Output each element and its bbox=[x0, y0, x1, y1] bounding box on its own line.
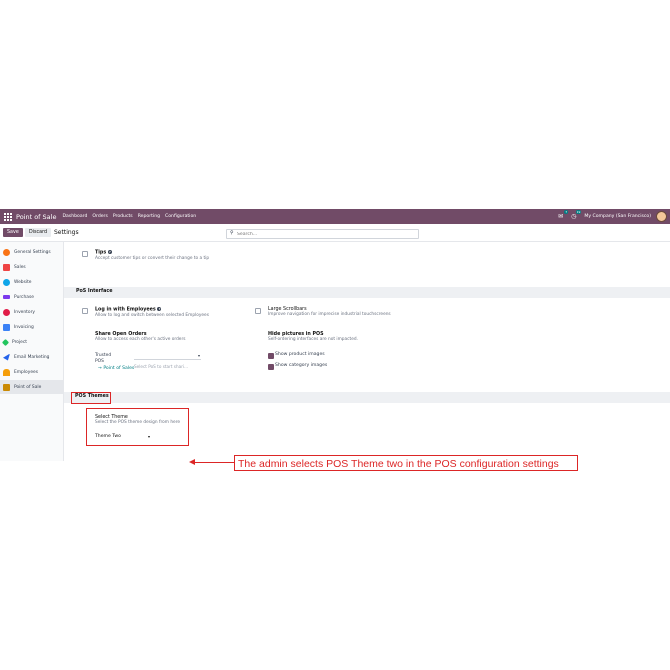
hide-pictures-desc: Self-ordering interfaces are not impacte… bbox=[268, 337, 358, 342]
sidebar-item-label: Email Marketing bbox=[14, 354, 50, 360]
sidebar-item-general-settings[interactable]: General Settings bbox=[0, 245, 63, 259]
section-pos-interface: PoS Interface bbox=[64, 287, 670, 298]
tips-title: Tips bbox=[95, 250, 107, 256]
point-of-sales-link[interactable]: → Point of Sales bbox=[98, 366, 134, 371]
sidebar-item-label: Website bbox=[14, 279, 32, 285]
help-icon[interactable]: ? bbox=[107, 250, 112, 254]
point-of-sales-link-label: Point of Sales bbox=[103, 366, 135, 371]
large-scrollbars-setting: Large Scrollbars Improve navigation for … bbox=[268, 307, 391, 317]
activity-clock-icon[interactable]: ◷ 19 bbox=[571, 210, 582, 220]
website-icon bbox=[3, 278, 10, 286]
settings-sidebar: General Settings Sales Website Purchase … bbox=[0, 242, 64, 461]
show-category-images-checkbox[interactable] bbox=[268, 364, 274, 370]
employees-icon bbox=[3, 368, 10, 376]
sidebar-item-label: General Settings bbox=[14, 249, 51, 255]
highlight-box-select-theme bbox=[86, 408, 189, 446]
share-open-orders-setting: Share Open Orders Allow to access each o… bbox=[95, 332, 185, 342]
sidebar-item-invoicing[interactable]: Invoicing bbox=[0, 320, 63, 334]
chevron-down-icon: ▾ bbox=[197, 353, 200, 358]
sidebar-item-label: Sales bbox=[14, 264, 26, 270]
sidebar-item-sales[interactable]: Sales bbox=[0, 260, 63, 274]
user-avatar[interactable] bbox=[656, 211, 667, 222]
menu-reporting[interactable]: Reporting bbox=[138, 214, 160, 219]
general-settings-icon bbox=[3, 248, 10, 256]
email-marketing-icon bbox=[3, 353, 10, 361]
share-open-orders-desc: Allow to access each other's active orde… bbox=[95, 337, 186, 342]
app-name[interactable]: Point of Sale bbox=[16, 213, 56, 221]
trusted-pos-placeholder: Select PoS to start shari... bbox=[134, 364, 189, 369]
login-employees-setting: Log in with Employees ? Allow to log and… bbox=[95, 307, 209, 318]
annotation-callout: The admin selects POS Theme two in the P… bbox=[234, 455, 578, 471]
inventory-icon bbox=[3, 308, 10, 316]
section-title: PoS Interface bbox=[76, 289, 113, 294]
large-scrollbars-desc: Improve navigation for imprecise industr… bbox=[268, 312, 391, 317]
search-icon: ⚲ bbox=[230, 230, 234, 236]
sidebar-item-email-marketing[interactable]: Email Marketing bbox=[0, 350, 63, 364]
sidebar-item-employees[interactable]: Employees bbox=[0, 365, 63, 379]
settings-content: Tips ? Accept customer tips or convert t… bbox=[64, 242, 670, 461]
sidebar-item-website[interactable]: Website bbox=[0, 275, 63, 289]
sidebar-item-label: Point of Sale bbox=[14, 384, 42, 390]
search-box[interactable]: ⚲ bbox=[226, 229, 419, 239]
trusted-pos-select[interactable]: Select PoS to start shari... ▾ bbox=[134, 353, 201, 369]
purchase-icon bbox=[3, 295, 10, 299]
sidebar-item-inventory[interactable]: Inventory bbox=[0, 305, 63, 319]
login-employees-checkbox[interactable] bbox=[82, 308, 88, 314]
trusted-pos-label: Trusted POS bbox=[95, 353, 112, 364]
sidebar-item-label: Purchase bbox=[14, 294, 34, 300]
tips-desc: Accept customer tips or convert their ch… bbox=[95, 255, 210, 261]
sidebar-item-purchase[interactable]: Purchase bbox=[0, 290, 63, 304]
login-employees-desc: Allow to log and switch between selected… bbox=[95, 312, 209, 318]
show-product-images-checkbox[interactable] bbox=[268, 353, 274, 359]
project-icon bbox=[1, 338, 10, 346]
activity-count: 19 bbox=[575, 210, 582, 214]
menu-orders[interactable]: Orders bbox=[92, 214, 107, 219]
sidebar-item-label: Invoicing bbox=[14, 324, 34, 330]
show-category-images-label: Show category images bbox=[275, 363, 328, 368]
sidebar-item-label: Inventory bbox=[14, 309, 35, 315]
invoicing-icon bbox=[3, 323, 10, 331]
chat-icon[interactable]: ✉ 7 bbox=[558, 210, 569, 220]
tips-setting: Tips ? Accept customer tips or convert t… bbox=[95, 250, 209, 261]
tips-checkbox[interactable] bbox=[82, 251, 88, 257]
highlight-box-pos-themes bbox=[71, 392, 111, 404]
search-input[interactable] bbox=[237, 230, 407, 238]
point-of-sale-icon bbox=[3, 383, 10, 391]
login-employees-title: Log in with Employees bbox=[95, 307, 156, 313]
sales-icon bbox=[3, 263, 10, 271]
company-switcher[interactable]: My Company (San Francisco) bbox=[584, 214, 651, 219]
menu-dashboard[interactable]: Dashboard bbox=[62, 214, 87, 219]
sidebar-item-label: Project bbox=[12, 339, 28, 345]
control-panel: Save Discard Settings ⚲ bbox=[0, 224, 670, 242]
apps-menu-icon[interactable] bbox=[4, 212, 12, 221]
page-title: Settings bbox=[54, 229, 79, 236]
hide-pictures-setting: Hide pictures in POS Self-ordering inter… bbox=[268, 332, 358, 342]
sidebar-item-project[interactable]: Project bbox=[0, 335, 63, 349]
discard-button[interactable]: Discard bbox=[25, 228, 52, 237]
show-product-images-label: Show product images bbox=[275, 352, 325, 357]
sidebar-item-label: Employees bbox=[14, 369, 39, 375]
arrow-right-icon: → bbox=[98, 366, 102, 371]
odoo-app: Point of Sale Dashboard Orders Products … bbox=[0, 209, 670, 461]
annotation-arrow-head-icon bbox=[189, 459, 195, 465]
help-icon[interactable]: ? bbox=[157, 307, 162, 311]
annotation-arrow-line bbox=[193, 462, 234, 463]
save-button[interactable]: Save bbox=[3, 228, 23, 237]
sidebar-item-point-of-sale[interactable]: Point of Sale bbox=[0, 380, 63, 394]
section-pos-themes: POS Themes bbox=[64, 392, 670, 403]
chat-count: 7 bbox=[564, 210, 569, 214]
top-navbar: Point of Sale Dashboard Orders Products … bbox=[0, 209, 670, 224]
menu-products[interactable]: Products bbox=[113, 214, 133, 219]
large-scrollbars-checkbox[interactable] bbox=[255, 308, 261, 314]
menu-configuration[interactable]: Configuration bbox=[165, 214, 196, 219]
